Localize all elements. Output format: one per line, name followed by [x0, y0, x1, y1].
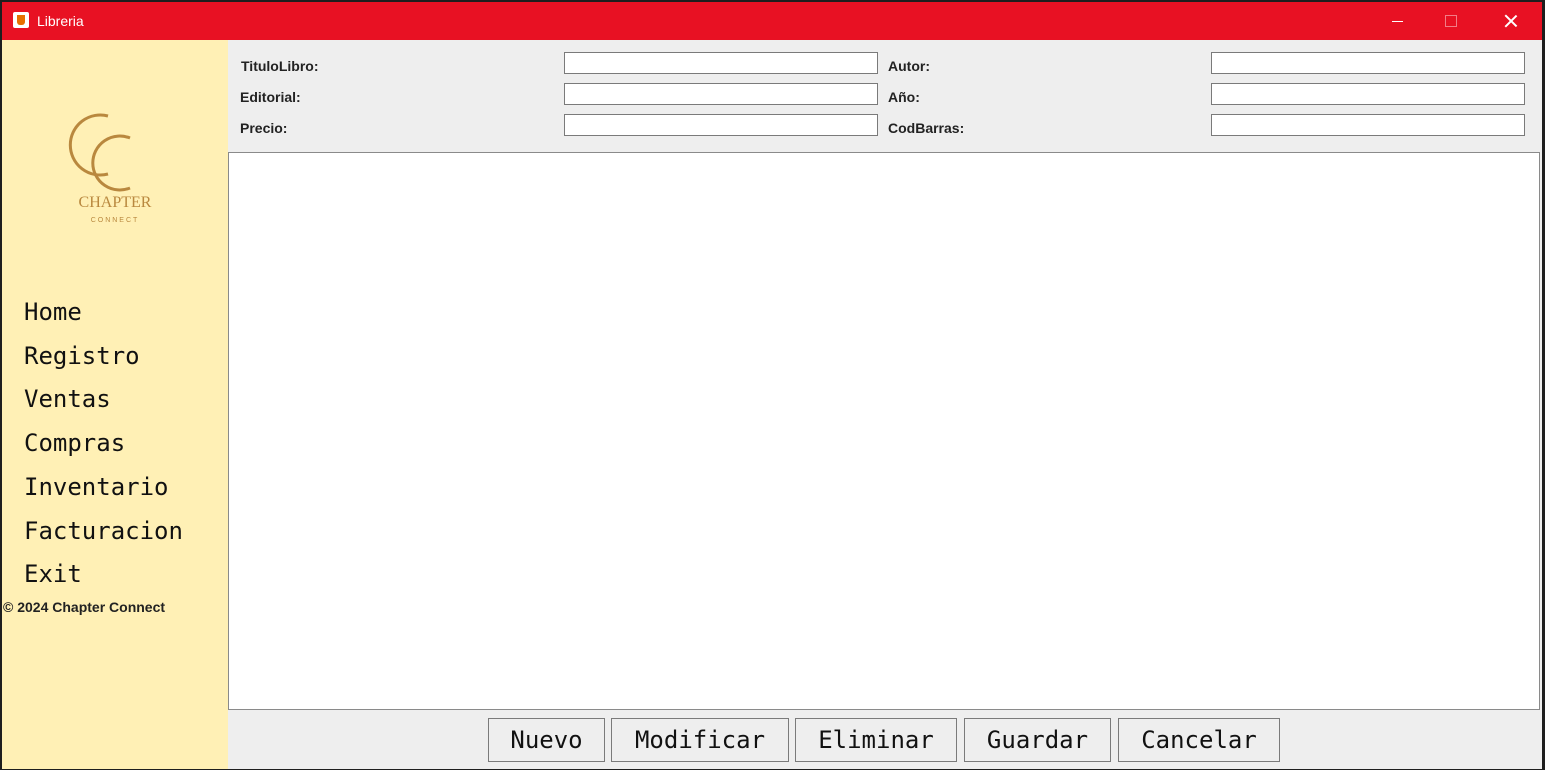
- app-window: Libreria CHAPTER CONNECT Home Registro V…: [2, 2, 1542, 769]
- nuevo-button[interactable]: Nuevo: [488, 718, 605, 762]
- nav-item-inventario[interactable]: Inventario: [24, 472, 169, 502]
- window-title: Libreria: [37, 13, 84, 29]
- nav-item-compras[interactable]: Compras: [24, 428, 125, 458]
- nav-item-exit[interactable]: Exit: [24, 559, 82, 589]
- eliminar-button[interactable]: Eliminar: [795, 718, 957, 762]
- minimize-button[interactable]: [1368, 2, 1426, 40]
- title-bar: Libreria: [2, 2, 1542, 40]
- autor-input[interactable]: [1211, 52, 1525, 74]
- sidebar: CHAPTER CONNECT Home Registro Ventas Com…: [2, 40, 228, 769]
- maximize-button[interactable]: [1422, 2, 1480, 40]
- codbarras-label: CodBarras:: [888, 120, 965, 136]
- titulo-label: TituloLibro:: [241, 58, 319, 74]
- logo-subtext: CONNECT: [91, 217, 140, 224]
- close-icon: [1504, 14, 1518, 28]
- titulo-input[interactable]: [564, 52, 878, 74]
- editorial-label: Editorial:: [240, 89, 301, 105]
- java-app-icon: [13, 12, 29, 28]
- guardar-button[interactable]: Guardar: [964, 718, 1111, 762]
- nav-item-ventas[interactable]: Ventas: [24, 384, 111, 414]
- minimize-icon: [1391, 20, 1403, 22]
- cancelar-button[interactable]: Cancelar: [1118, 718, 1280, 762]
- nav-item-registro[interactable]: Registro: [24, 341, 140, 371]
- anio-label: Año:: [888, 89, 920, 105]
- nav-item-facturacion[interactable]: Facturacion: [24, 516, 183, 546]
- editorial-input[interactable]: [564, 83, 878, 105]
- books-table[interactable]: [228, 152, 1540, 710]
- autor-label: Autor:: [888, 58, 930, 74]
- codbarras-input[interactable]: [1211, 114, 1525, 136]
- nav-item-home[interactable]: Home: [24, 297, 82, 327]
- precio-input[interactable]: [564, 114, 878, 136]
- maximize-icon: [1445, 15, 1457, 27]
- copyright-text: © 2024 Chapter Connect: [3, 599, 166, 615]
- logo-text: CHAPTER: [79, 194, 152, 211]
- precio-label: Precio:: [240, 120, 288, 136]
- modificar-button[interactable]: Modificar: [611, 718, 789, 762]
- close-button[interactable]: [1482, 2, 1540, 40]
- chapter-connect-logo: CHAPTER CONNECT: [68, 113, 152, 224]
- anio-input[interactable]: [1211, 83, 1525, 105]
